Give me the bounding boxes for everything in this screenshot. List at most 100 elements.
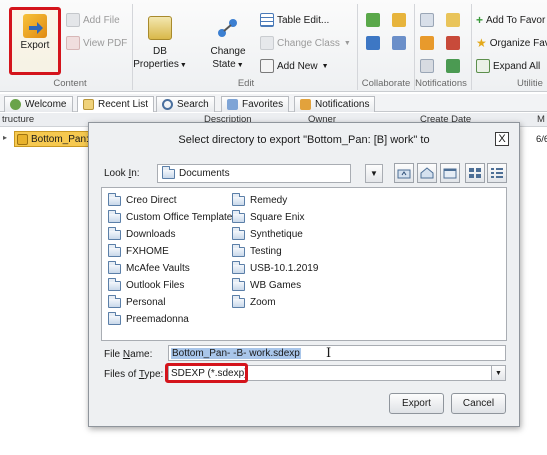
- table-edit-button[interactable]: Table Edit...: [260, 13, 329, 27]
- list-item[interactable]: McAfee Vaults: [108, 260, 237, 277]
- wand-icon[interactable]: [420, 36, 434, 50]
- folder-name: Preemadonna: [126, 314, 189, 325]
- folder-name: USB-10.1.2019: [250, 263, 319, 274]
- up-folder-icon: [397, 169, 411, 179]
- check-in-icon[interactable]: [366, 13, 380, 27]
- notifications-icon: [300, 99, 311, 110]
- check-out-icon[interactable]: [392, 13, 406, 27]
- home-icon: [420, 167, 434, 179]
- list-item[interactable]: WB Games: [232, 277, 318, 294]
- folder-icon: [232, 277, 245, 291]
- list-item[interactable]: FXHOME: [108, 243, 237, 260]
- list-item[interactable]: Square Enix: [232, 209, 318, 226]
- add-new-button[interactable]: Add New ▼: [260, 59, 329, 73]
- tab-recent-list[interactable]: Recent List: [77, 96, 155, 112]
- list-item[interactable]: Zoom: [232, 294, 318, 311]
- notification-list-icon[interactable]: [420, 13, 434, 27]
- organize-favorites-label: Organize Fav: [489, 37, 547, 49]
- list-item[interactable]: Synthetique: [232, 226, 318, 243]
- organize-favorites-button[interactable]: ★ Organize Fav: [476, 36, 547, 50]
- tab-favorites-label: Favorites: [242, 99, 284, 110]
- view-pdf-button[interactable]: View PDF: [66, 36, 127, 50]
- folder-icon: [232, 243, 245, 257]
- file-type-dropdown-button[interactable]: ▼: [491, 366, 505, 380]
- change-state-icon: [216, 16, 240, 40]
- db-properties-button[interactable]: DB Properties▼: [133, 16, 187, 71]
- look-in-select[interactable]: Documents: [157, 164, 351, 183]
- close-button[interactable]: X: [495, 132, 509, 146]
- add-file-button[interactable]: Add File: [66, 13, 120, 27]
- refresh-icon[interactable]: [446, 59, 460, 73]
- list-item[interactable]: Creo Direct: [108, 192, 237, 209]
- recent-list-icon: [83, 99, 94, 110]
- column-header-structure[interactable]: tructure: [2, 114, 34, 125]
- tab-recent-list-label: Recent List: [98, 99, 149, 110]
- folder-icon[interactable]: [446, 13, 460, 27]
- home-button[interactable]: [417, 163, 437, 183]
- tab-bar: Welcome Recent List Search Favorites Not…: [0, 94, 547, 112]
- pencil-icon[interactable]: [446, 36, 460, 50]
- list-item[interactable]: Outlook Files: [108, 277, 237, 294]
- chevron-down-icon: ▼: [495, 369, 502, 377]
- list-item[interactable]: Downloads: [108, 226, 237, 243]
- list-icon[interactable]: [420, 59, 434, 73]
- folder-name: Testing: [250, 246, 282, 257]
- folder-name: Custom Office Templates: [126, 212, 238, 223]
- expand-arrow-icon[interactable]: ▸: [3, 133, 7, 142]
- db-properties-label-2: Properties: [133, 59, 179, 70]
- cancel-button[interactable]: Cancel: [451, 393, 506, 414]
- look-in-value: Documents: [179, 168, 230, 179]
- file-type-highlight-annotation: [165, 363, 248, 383]
- content-group-label: Content: [53, 78, 87, 89]
- folder-icon: [108, 277, 121, 291]
- look-in-dropdown-button[interactable]: ▼: [365, 164, 383, 183]
- expand-all-icon: [476, 59, 490, 73]
- list-item[interactable]: Preemadonna: [108, 311, 237, 328]
- file-type-label: Files of Type:: [104, 369, 164, 380]
- folder-name: Remedy: [250, 195, 288, 206]
- folder-icon: [108, 192, 121, 206]
- db-properties-icon: [148, 16, 172, 40]
- folder-name: Creo Direct: [126, 195, 177, 206]
- new-folder-button[interactable]: [440, 163, 460, 183]
- text-cursor-icon: I: [326, 346, 332, 361]
- list-item[interactable]: Testing: [232, 243, 318, 260]
- export-button[interactable]: Export: [14, 14, 56, 51]
- tab-welcome-label: Welcome: [25, 99, 67, 110]
- tab-notifications[interactable]: Notifications: [294, 96, 376, 112]
- discuss-icon[interactable]: [392, 36, 406, 50]
- list-item[interactable]: Remedy: [232, 192, 318, 209]
- tab-notifications-label: Notifications: [315, 99, 370, 110]
- details-view-button[interactable]: [487, 163, 507, 183]
- change-state-button[interactable]: Change State▼: [206, 16, 250, 71]
- export-dialog-button[interactable]: Export: [389, 393, 444, 414]
- add-to-favorites-button[interactable]: + Add To Favor: [476, 13, 545, 27]
- change-class-button[interactable]: Change Class ▼: [260, 36, 351, 50]
- folder-name: Square Enix: [250, 212, 305, 223]
- column-header-modified[interactable]: M: [537, 114, 545, 125]
- table-icon: [260, 13, 274, 27]
- file-name-label: File Name:: [104, 349, 153, 360]
- folder-list: Creo Direct Custom Office Templates Down…: [101, 187, 507, 341]
- folder-name: Personal: [126, 297, 166, 308]
- folder-icon: [232, 294, 245, 308]
- tab-welcome[interactable]: Welcome: [4, 96, 73, 112]
- list-item[interactable]: Personal: [108, 294, 237, 311]
- folder-icon: [108, 226, 121, 240]
- up-one-level-button[interactable]: [394, 163, 414, 183]
- list-item[interactable]: USB-10.1.2019: [232, 260, 318, 277]
- change-class-label: Change Class: [277, 37, 340, 49]
- chevron-down-icon: ▼: [179, 62, 187, 69]
- tab-search[interactable]: Search: [156, 96, 215, 112]
- chevron-down-icon: ▼: [321, 62, 329, 70]
- new-folder-icon: [443, 168, 457, 179]
- db-properties-label-1: DB: [153, 46, 167, 57]
- file-name-input[interactable]: Bottom_Pan- -B- work.sdexp: [168, 345, 506, 361]
- list-view-button[interactable]: [465, 163, 485, 183]
- expand-all-button[interactable]: Expand All: [476, 59, 540, 73]
- row-name: Bottom_Pan:: [31, 133, 89, 145]
- folder-name: Synthetique: [250, 229, 303, 240]
- list-item[interactable]: Custom Office Templates: [108, 209, 237, 226]
- tab-favorites[interactable]: Favorites: [221, 96, 290, 112]
- share-icon[interactable]: [366, 36, 380, 50]
